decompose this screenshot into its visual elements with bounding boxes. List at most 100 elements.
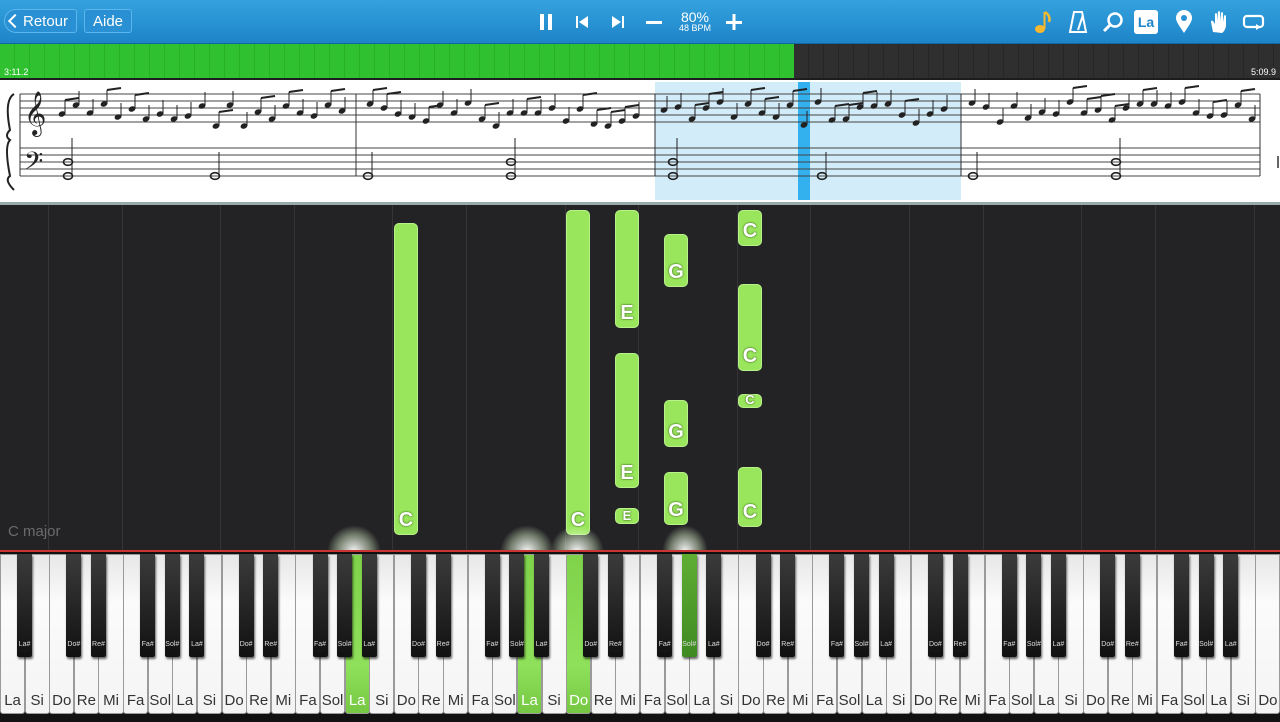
black-key[interactable]: Sol# <box>1026 554 1042 657</box>
falling-note: G <box>664 400 688 447</box>
skip-forward-icon[interactable] <box>604 8 632 36</box>
black-key[interactable]: Sol# <box>854 554 870 657</box>
speed-percent: 80% <box>680 9 710 25</box>
key-label: Re# <box>436 641 450 648</box>
black-key[interactable]: Do# <box>238 554 254 657</box>
sheet-music[interactable]: 𝄞 𝄢 <box>0 80 1280 205</box>
falling-note: C <box>738 392 762 408</box>
key-label: Mi <box>964 692 981 709</box>
black-key[interactable]: Re# <box>780 554 796 657</box>
black-key[interactable]: Re# <box>952 554 968 657</box>
key-label: Fa# <box>486 641 499 648</box>
black-key[interactable]: Sol# <box>509 554 525 657</box>
black-key[interactable]: Fa# <box>312 554 328 657</box>
key-label: La <box>1210 692 1228 709</box>
black-key[interactable]: Do# <box>755 554 771 657</box>
progress-fill <box>0 44 794 78</box>
key-label: Do <box>224 692 244 709</box>
black-key[interactable]: Do# <box>583 554 599 657</box>
note-hit-glow <box>662 525 708 550</box>
black-key[interactable]: Sol# <box>164 554 180 657</box>
key-signature-label: C major <box>8 523 61 540</box>
black-key[interactable]: La# <box>878 554 894 657</box>
falling-note-label: C <box>398 509 414 531</box>
black-key[interactable]: Sol# <box>1198 554 1214 657</box>
lane-divider <box>1155 205 1156 550</box>
black-key[interactable]: Fa# <box>484 554 500 657</box>
hand-icon[interactable] <box>1205 8 1233 36</box>
falling-note: G <box>664 234 688 287</box>
key-label: Sol# <box>337 641 352 648</box>
key-label: Re# <box>781 641 795 648</box>
skip-back-icon[interactable] <box>568 8 596 36</box>
key-label: Do# <box>239 641 253 648</box>
back-button[interactable]: Retour <box>4 9 78 33</box>
key-label: Do# <box>928 641 942 648</box>
key-label: La <box>348 692 366 709</box>
key-label: Do# <box>412 641 425 648</box>
key-label: Do# <box>67 641 81 648</box>
faster-button[interactable] <box>720 8 748 36</box>
note-names-button[interactable]: La <box>1134 10 1158 34</box>
key-label: Re <box>421 692 441 709</box>
help-button[interactable]: Aide <box>84 9 133 33</box>
white-key[interactable]: Do <box>1255 554 1280 714</box>
key-label: Si <box>892 692 906 709</box>
key-label: Sol <box>321 692 344 709</box>
key-label: Fa <box>816 692 834 709</box>
black-key[interactable]: Sol# <box>337 554 353 657</box>
lane-divider <box>810 205 811 550</box>
falling-note: E <box>615 508 639 524</box>
metronome-icon[interactable] <box>1064 8 1092 36</box>
key-label: Do <box>1086 692 1106 709</box>
black-key[interactable]: La# <box>1223 554 1239 657</box>
piano-keyboard[interactable]: La Si Do Re Mi Fa Sol La Si Do Re Mi Fa Sol La Si Do Re Mi… <box>0 550 1280 722</box>
black-key[interactable]: Re# <box>90 554 106 657</box>
song-progress-bar[interactable]: 3:11.2 5:09.9 <box>0 44 1280 78</box>
black-key[interactable]: La# <box>361 554 377 657</box>
lane-divider <box>909 205 910 550</box>
black-key[interactable]: Do# <box>410 554 426 657</box>
black-key[interactable]: La# <box>189 554 205 657</box>
key-label: Fa <box>643 692 662 709</box>
slower-button[interactable] <box>640 8 668 36</box>
key-label: La# <box>363 641 376 648</box>
black-key[interactable]: Fa# <box>140 554 156 657</box>
falling-note-label: C <box>745 392 755 407</box>
key-label: Sol <box>1183 692 1205 709</box>
key-label: La <box>176 692 194 709</box>
black-key[interactable]: Re# <box>1124 554 1140 657</box>
key-label: La <box>4 692 21 709</box>
black-key[interactable]: La# <box>1050 554 1066 657</box>
zoom-icon[interactable] <box>1099 8 1127 36</box>
black-key[interactable]: Do# <box>1100 554 1116 657</box>
black-key[interactable]: Re# <box>263 554 279 657</box>
falling-note: E <box>615 353 639 488</box>
key-label: Mi <box>620 692 636 709</box>
key-label: Si <box>1064 692 1078 709</box>
black-key[interactable]: Fa# <box>1174 554 1190 657</box>
black-key[interactable]: Sol# <box>681 554 697 657</box>
key-label: La# <box>880 641 892 648</box>
pause-icon[interactable] <box>532 8 560 36</box>
black-key[interactable]: Re# <box>607 554 623 657</box>
black-key[interactable]: Do# <box>66 554 82 657</box>
music-note-icon[interactable] <box>1029 8 1057 36</box>
black-key[interactable]: La# <box>706 554 722 657</box>
key-label: Re <box>938 692 958 709</box>
loop-icon[interactable] <box>1240 8 1268 36</box>
black-key[interactable]: La# <box>17 554 33 657</box>
black-key[interactable]: La# <box>534 554 550 657</box>
sheet-music-staff: 𝄞𝄢 <box>6 82 1279 200</box>
black-key[interactable]: Re# <box>435 554 451 657</box>
key-label: Mi <box>447 692 464 709</box>
speed-display: 80% 48 BPM <box>670 9 720 34</box>
falling-note-label: G <box>668 261 684 283</box>
lane-divider <box>1081 205 1082 550</box>
black-key[interactable]: Fa# <box>657 554 673 657</box>
key-label: Fa <box>1160 692 1179 709</box>
black-key[interactable]: Fa# <box>1001 554 1017 657</box>
black-key[interactable]: Fa# <box>829 554 845 657</box>
location-marker-icon[interactable] <box>1170 8 1198 36</box>
black-key[interactable]: Do# <box>927 554 943 657</box>
